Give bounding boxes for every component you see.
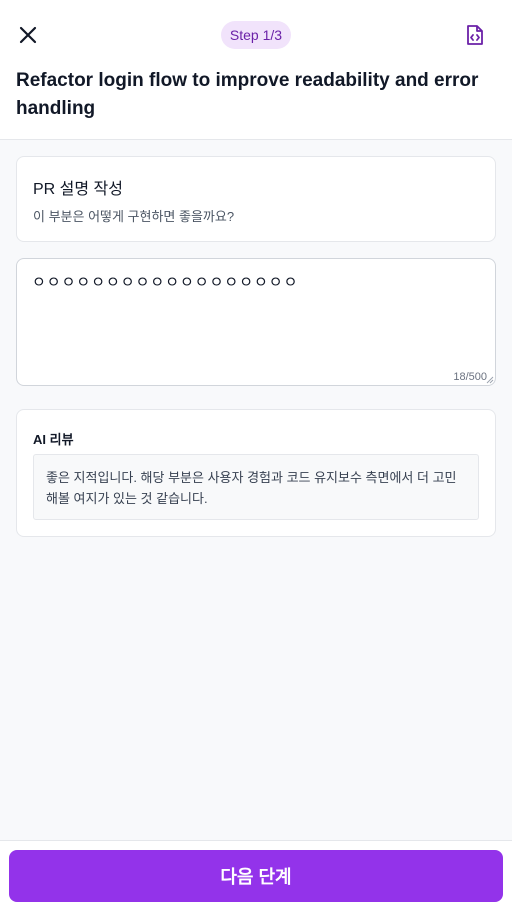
view-code-button[interactable] — [460, 20, 490, 50]
step-badge: Step 1/3 — [221, 21, 291, 49]
bottom-bar: 다음 단계 — [0, 840, 512, 906]
file-code-icon — [467, 25, 483, 45]
question-subtitle: 이 부분은 어떻게 구현하면 좋을까요? — [33, 209, 235, 224]
close-button[interactable] — [14, 21, 42, 49]
page-title: Refactor login flow to improve readabili… — [16, 70, 479, 119]
answer-text: ㅇㅇㅇㅇㅇㅇㅇㅇㅇㅇㅇㅇㅇㅇㅇㅇㅇㅇ — [32, 274, 299, 291]
close-icon — [19, 26, 37, 44]
ai-review-card: AI 리뷰 좋은 지적입니다. 해당 부분은 사용자 경험과 코드 유지보수 측… — [16, 409, 496, 537]
character-counter: 18/500 — [453, 371, 487, 383]
question-title: PR 설명 작성 — [33, 181, 123, 198]
top-header: Step 1/3 Refactor login flow to improve … — [0, 0, 512, 140]
ai-review-body: 좋은 지적입니다. 해당 부분은 사용자 경험과 코드 유지보수 측면에서 더 … — [33, 454, 479, 520]
question-card: PR 설명 작성 이 부분은 어떻게 구현하면 좋을까요? — [16, 156, 496, 242]
resize-handle-icon[interactable] — [486, 376, 494, 384]
next-step-button[interactable]: 다음 단계 — [9, 850, 503, 902]
answer-textarea[interactable]: ㅇㅇㅇㅇㅇㅇㅇㅇㅇㅇㅇㅇㅇㅇㅇㅇㅇㅇ 18/500 — [16, 258, 496, 386]
ai-review-title: AI 리뷰 — [33, 432, 74, 447]
